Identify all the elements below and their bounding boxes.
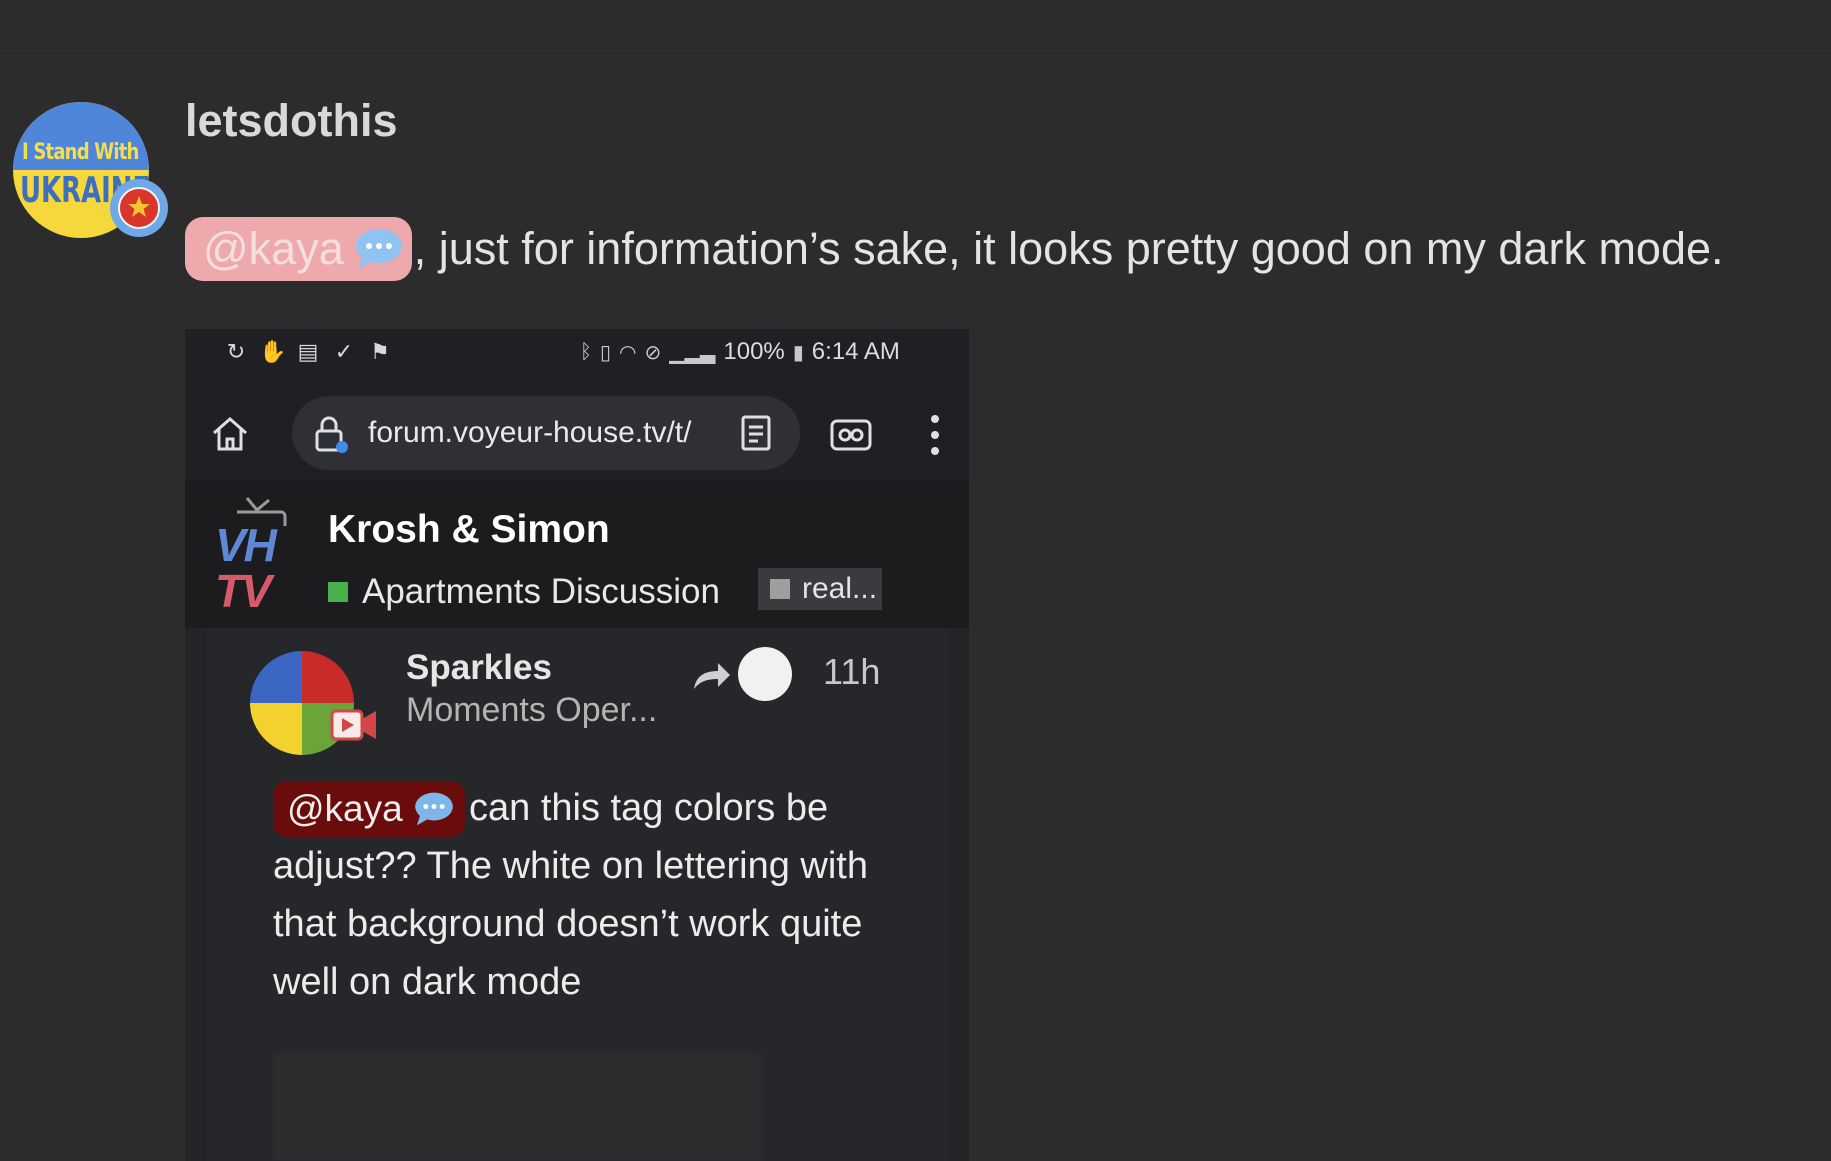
bluetooth-icon: ᛒ xyxy=(580,340,592,363)
reply-mention-label: @kaya xyxy=(287,788,403,829)
reply-author[interactable]: Sparkles xyxy=(406,648,552,688)
video-camera-icon xyxy=(330,709,376,741)
chat-bubble-icon xyxy=(355,229,402,269)
flag-icon: ⚑ xyxy=(370,339,390,364)
embedded-screenshot[interactable]: ↻ ✋ ▤ ✓ ⚑ ᛒ ▯ ◠ ⊘ ▁▂▃ 100% ▮ 6:14 AM for… xyxy=(185,329,969,1161)
category-badge[interactable]: Apartments Discussion xyxy=(328,572,720,612)
forum-header: VH TV Krosh & Simon Apartments Discussio… xyxy=(185,480,969,628)
category-label: Apartments Discussion xyxy=(362,572,720,611)
vibrate-icon: ▯ xyxy=(600,341,612,364)
star-icon xyxy=(128,196,150,217)
reply-to-avatar[interactable] xyxy=(738,647,792,701)
more-menu-icon[interactable] xyxy=(930,414,940,456)
home-icon[interactable] xyxy=(210,414,250,454)
refresh-icon: ↻ xyxy=(226,339,246,364)
battery-percent: 100% xyxy=(723,338,785,365)
post-body-text: , just for information’s sake, it looks … xyxy=(413,223,1724,274)
wifi-icon: ◠ xyxy=(619,341,637,364)
tag-label: real... xyxy=(802,572,878,605)
username[interactable]: letsdothis xyxy=(185,95,398,147)
site-logo-tv: TV xyxy=(215,565,272,617)
blurred-image-preview xyxy=(273,1053,763,1161)
url-text: forum.voyeur-house.tv/t/ xyxy=(368,416,692,449)
hand-icon: ✋ xyxy=(259,339,287,364)
top-divider xyxy=(0,50,1831,51)
clock: 6:14 AM xyxy=(811,338,900,365)
post-text-line: @kaya , just for information’s sake, it … xyxy=(185,217,1724,281)
chat-bubble-icon xyxy=(414,792,453,826)
reply-time: 11h xyxy=(823,651,881,692)
lock-icon xyxy=(315,416,348,453)
mention-label: @kaya xyxy=(203,223,344,274)
address-bar[interactable]: forum.voyeur-house.tv/t/ xyxy=(292,396,800,470)
mention-kaya[interactable]: @kaya xyxy=(185,217,412,281)
reply-subtitle: Moments Oper... xyxy=(406,691,658,729)
no-sim-icon: ⊘ xyxy=(644,341,662,364)
tag-badge[interactable]: real... xyxy=(758,568,882,610)
reader-mode-icon[interactable] xyxy=(740,414,772,452)
signal-icon: ▁▂▃ xyxy=(669,341,716,364)
browser-toolbar: forum.voyeur-house.tv/t/ xyxy=(185,384,969,482)
check-icon: ✓ xyxy=(334,339,354,364)
category-color-square xyxy=(328,582,348,602)
battery-icon: ▮ xyxy=(792,341,804,364)
phone-status-bar: ↻ ✋ ▤ ✓ ⚑ ᛒ ▯ ◠ ⊘ ▁▂▃ 100% ▮ 6:14 AM xyxy=(185,329,969,384)
topic-title[interactable]: Krosh & Simon xyxy=(328,508,610,552)
reply-mention-kaya[interactable]: @kaya xyxy=(273,781,465,837)
activity-icon: ▤ xyxy=(297,339,319,364)
reply-to-icon[interactable] xyxy=(690,659,732,693)
avatar-text-line1: I Stand With xyxy=(22,140,139,165)
private-tabs-icon[interactable] xyxy=(830,419,872,451)
user-flair-badge xyxy=(110,179,168,237)
